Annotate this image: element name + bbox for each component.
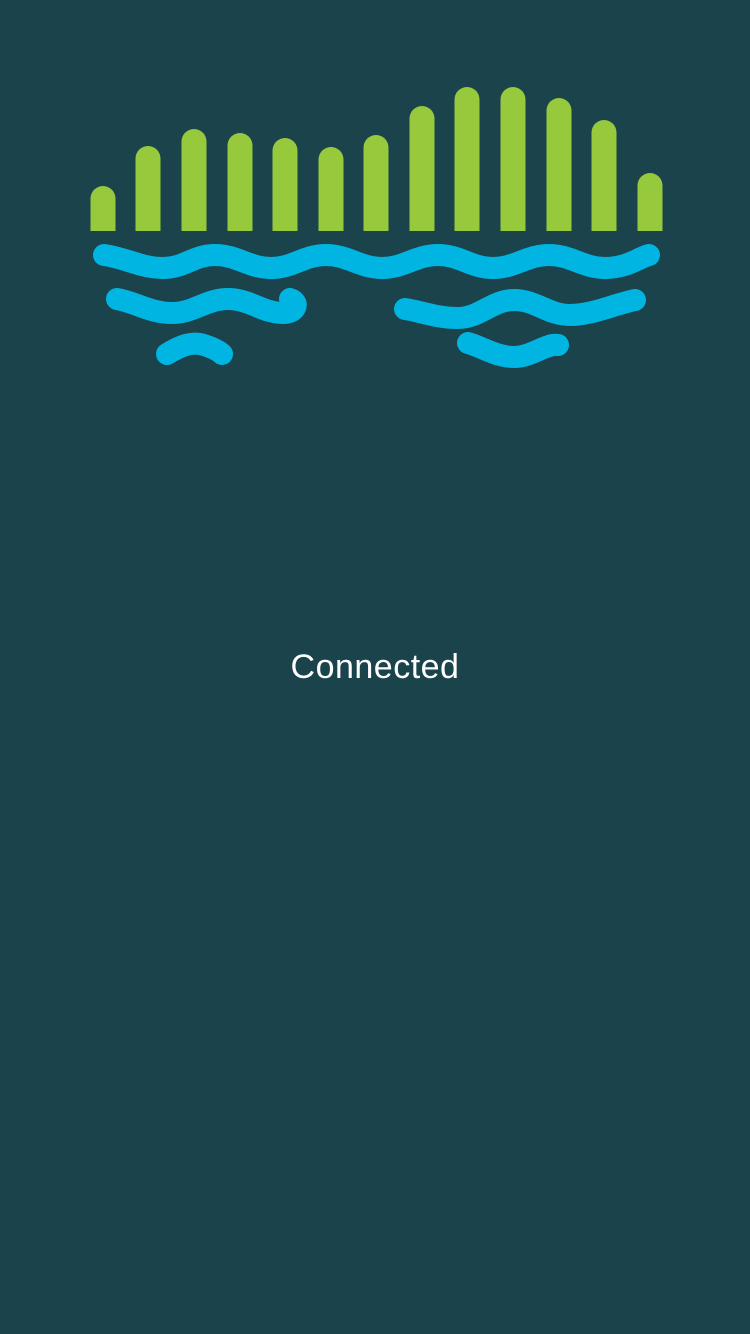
logo-bar — [272, 138, 298, 245]
logo-bar — [500, 87, 526, 245]
logo-bar — [318, 147, 344, 245]
logo-wave — [394, 288, 646, 330]
connection-status-text: Connected — [290, 648, 460, 686]
logo-waves — [93, 243, 660, 369]
logo-bars — [80, 87, 680, 251]
logo-bar — [454, 87, 480, 245]
logo-bar — [227, 133, 253, 245]
app-logo — [0, 0, 750, 400]
logo-bar — [363, 135, 389, 245]
logo-bar-baseline-mask — [80, 231, 680, 251]
logo-bar — [591, 120, 617, 245]
logo-wave — [156, 332, 233, 365]
sound-waves-logo-icon — [80, 87, 680, 369]
logo-bar — [181, 129, 207, 245]
logo-wave — [93, 243, 660, 280]
logo-bar — [409, 106, 435, 245]
logo-bar — [546, 98, 572, 245]
logo-wave — [457, 332, 569, 369]
logo-bar — [135, 146, 161, 245]
logo-wave — [106, 287, 307, 325]
